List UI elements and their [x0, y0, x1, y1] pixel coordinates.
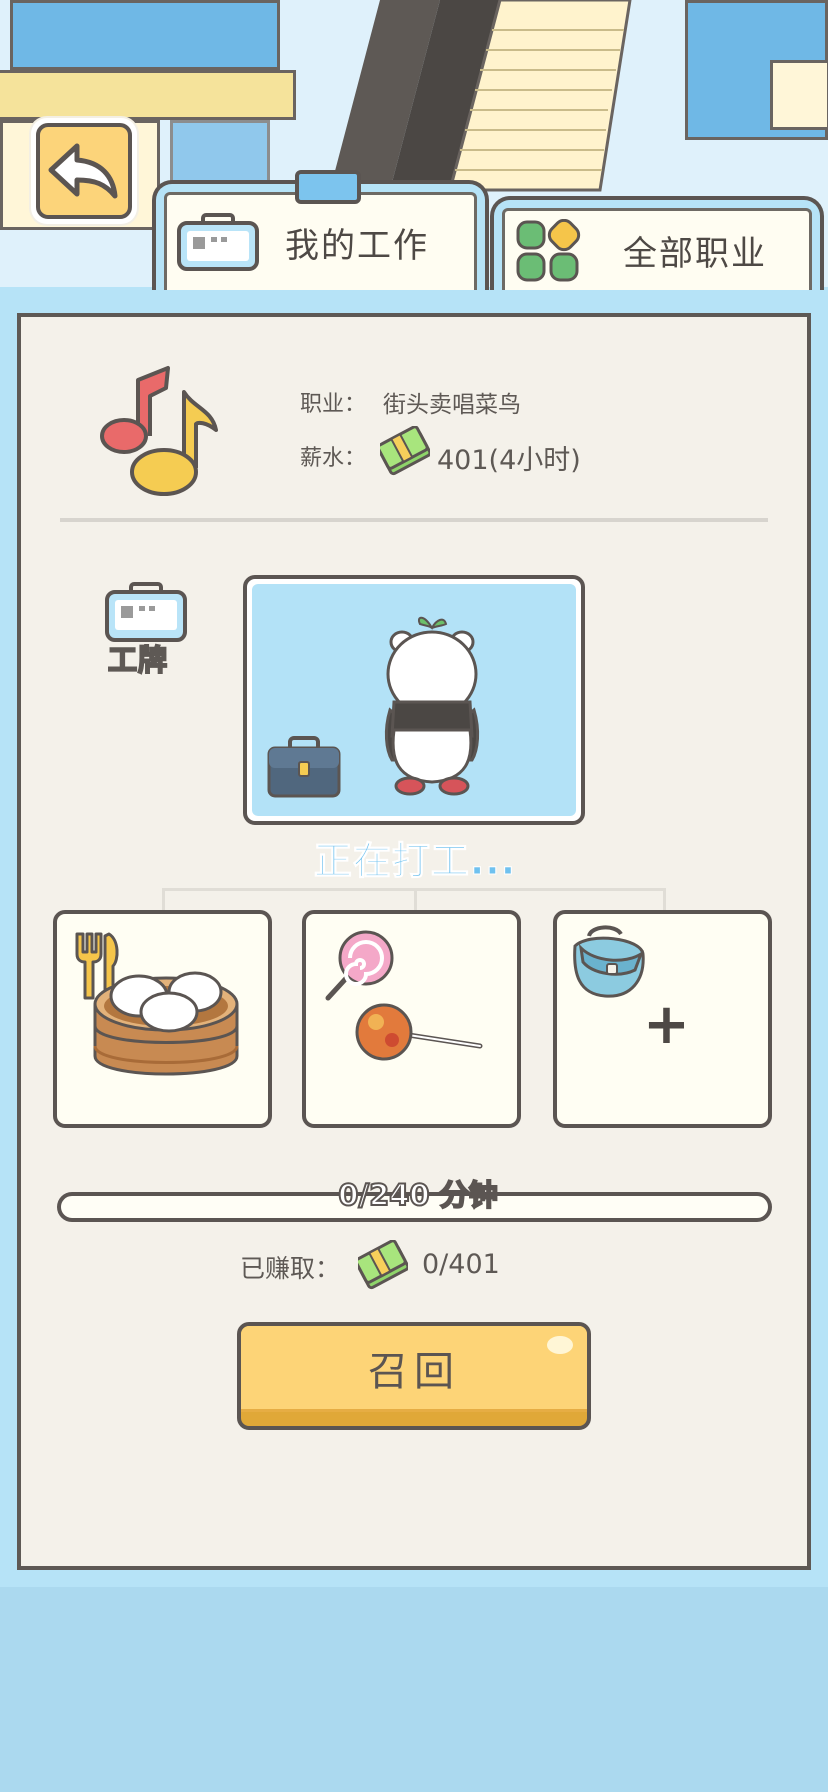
briefcase-icon [267, 736, 341, 798]
working-scene [243, 575, 585, 825]
earned-value: 0/401 [422, 1249, 500, 1280]
divider [60, 518, 768, 522]
candy-apple-icon [355, 1003, 483, 1061]
lollipop-icon [325, 930, 394, 1001]
job-badge-icon [105, 582, 187, 642]
toy-slot[interactable] [302, 910, 521, 1128]
character-illustration [384, 616, 480, 796]
recall-button-label: 召回 [368, 1348, 460, 1395]
back-button[interactable] [31, 118, 137, 224]
job-title-label: 职业： [300, 392, 367, 417]
working-status: 正在打工... [313, 839, 517, 884]
steamed-buns-icon [93, 971, 239, 1076]
music-notes-icon [100, 366, 218, 496]
tab-my-job-label: 我的工作 [285, 226, 429, 266]
recall-button[interactable]: 召回 [237, 1322, 591, 1430]
back-arrow-icon [48, 143, 118, 199]
slot-connector-mid [414, 888, 417, 912]
add-item-icon: + [643, 992, 690, 1057]
escalator-illustration [330, 0, 632, 192]
job-title: 街头卖唱菜鸟 [383, 392, 521, 418]
cash-stack-icon [358, 1240, 408, 1290]
badge-label: 工牌 [107, 642, 169, 678]
earned-label: 已赚取： [240, 1254, 341, 1283]
tab-all-jobs-label: 全部职业 [623, 234, 767, 274]
salary-label: 薪水： [300, 446, 367, 471]
active-tab-marker [295, 170, 361, 204]
tab-all-jobs[interactable]: 全部职业 [490, 196, 824, 290]
food-slot[interactable] [53, 910, 272, 1128]
bag-slot[interactable]: + [553, 910, 772, 1128]
progress-label: 0/240 分钟 [337, 1177, 498, 1213]
grid-icon [516, 218, 581, 281]
salary-value: 401(4小时) [437, 445, 581, 476]
button-shine [547, 1336, 573, 1354]
cash-stack-icon [380, 426, 430, 476]
bag-icon [573, 925, 645, 998]
job-badge-icon [177, 212, 259, 271]
